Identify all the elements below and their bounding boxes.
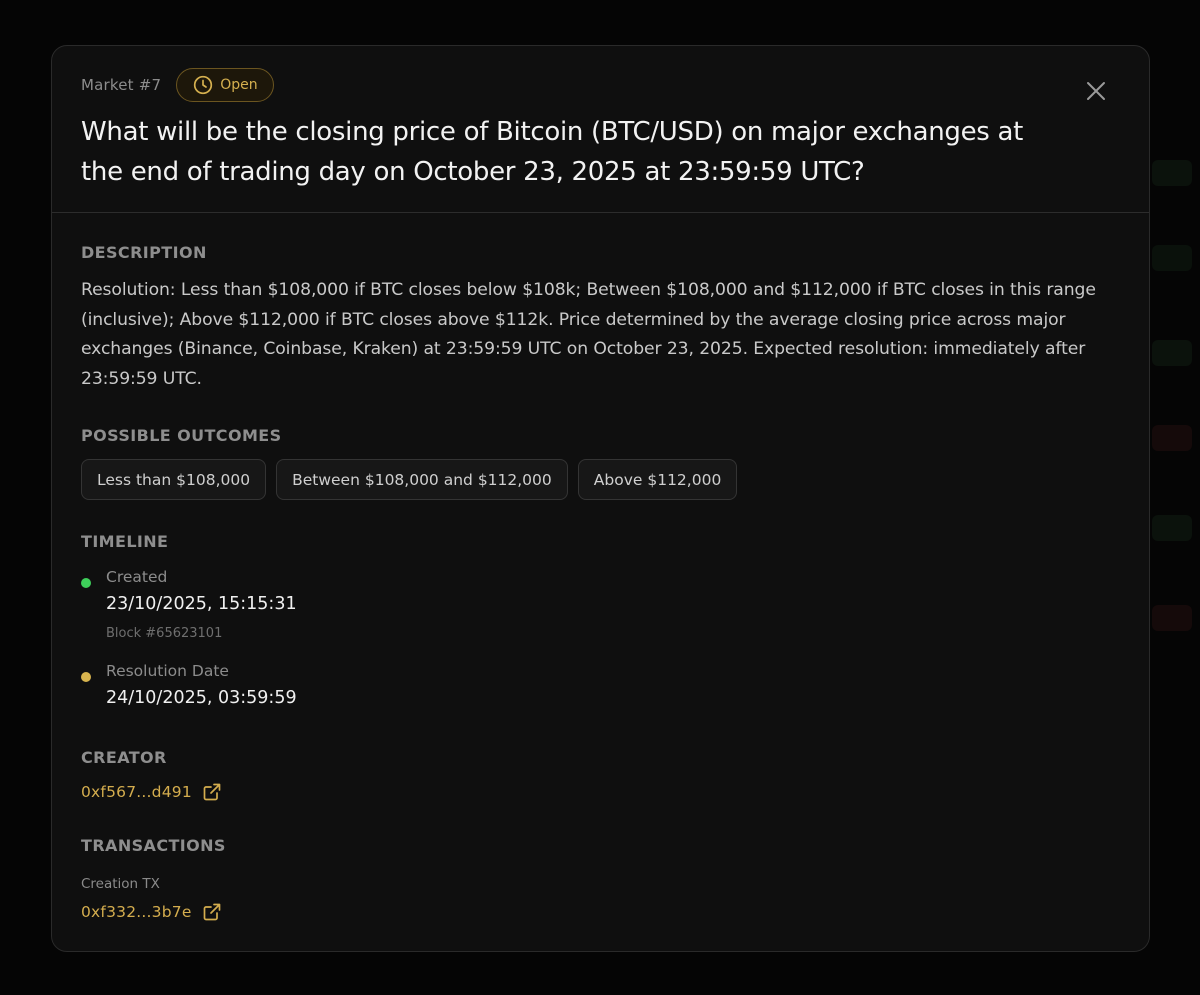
resolution-title: Resolution Date	[106, 662, 229, 680]
background-row	[1152, 515, 1192, 541]
market-meta: Market #7 Open	[81, 66, 274, 104]
creation-tx-hash[interactable]: 0xf332...3b7e	[81, 903, 192, 921]
background-row	[1152, 160, 1192, 186]
creator-address[interactable]: 0xf567...d491	[81, 783, 192, 801]
creation-tx-label: Creation TX	[81, 876, 160, 892]
creator-link[interactable]: 0xf567...d491	[81, 783, 221, 801]
outcomes-list: Less than $108,000 Between $108,000 and …	[81, 459, 738, 500]
created-title: Created	[106, 568, 168, 586]
status-label: Open	[220, 77, 258, 93]
external-link-icon[interactable]	[203, 783, 221, 801]
background-row	[1152, 245, 1192, 271]
external-link-icon[interactable]	[203, 903, 221, 921]
modal-header: Market #7 Open What will be the closing …	[52, 46, 1149, 213]
status-badge: Open	[176, 68, 274, 102]
clock-icon	[193, 75, 213, 95]
creator-heading: CREATOR	[81, 748, 167, 767]
background-row	[1152, 425, 1192, 451]
transactions-heading: TRANSACTIONS	[81, 836, 226, 855]
background-row	[1152, 340, 1192, 366]
created-block: Block #65623101	[106, 626, 223, 641]
created-date: 23/10/2025, 15:15:31	[106, 594, 297, 614]
resolution-dot	[81, 672, 91, 682]
market-detail-modal: Market #7 Open What will be the closing …	[51, 45, 1150, 952]
outcome-chip[interactable]: Less than $108,000	[81, 459, 267, 500]
creation-tx-link[interactable]: 0xf332...3b7e	[81, 903, 221, 921]
close-button[interactable]	[1085, 80, 1107, 102]
description-text: Resolution: Less than $108,000 if BTC cl…	[81, 280, 1096, 389]
market-number: Market #7	[81, 76, 162, 94]
close-icon[interactable]	[1085, 80, 1107, 102]
timeline-heading: TIMELINE	[81, 532, 169, 551]
background-row	[1152, 605, 1192, 631]
outcome-chip[interactable]: Above $112,000	[577, 459, 738, 500]
description-heading: DESCRIPTION	[81, 243, 207, 262]
outcome-chip[interactable]: Between $108,000 and $112,000	[276, 459, 568, 500]
resolution-date: 24/10/2025, 03:59:59	[106, 688, 297, 708]
outcomes-heading: POSSIBLE OUTCOMES	[81, 426, 282, 445]
created-dot	[81, 578, 91, 588]
market-title: What will be the closing price of Bitcoi…	[81, 117, 1024, 187]
